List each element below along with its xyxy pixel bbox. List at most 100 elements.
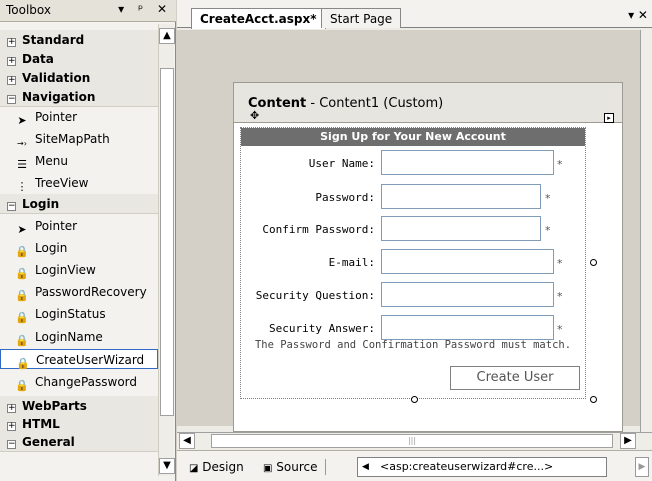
security-question-input[interactable] [381, 282, 554, 307]
source-view-icon: ▣ [263, 463, 273, 474]
toolbox-category-login[interactable]: − Login [0, 194, 158, 214]
pointer-icon: ➤ [17, 114, 27, 127]
divider [325, 459, 326, 475]
tab-start-page[interactable]: Start Page [321, 8, 402, 28]
field-security-question: Security Question: * [241, 282, 585, 310]
toolbox-scrollbar[interactable]: ▲ ▼ [158, 24, 175, 476]
toolbox-item-login[interactable]: 🔒 Login [0, 238, 158, 258]
close-icon[interactable]: ▾ ✕ [628, 8, 648, 22]
toolbox-item-loginname[interactable]: 🔒 LoginName [0, 327, 158, 347]
view-switcher-bar: ◪ Design ▣ Source ◀ <asp:createuserwizar… [177, 450, 652, 481]
toolbox-category-data[interactable]: + Data [0, 49, 158, 69]
scroll-thumb[interactable] [160, 68, 174, 416]
chevron-left-icon[interactable]: ◀ [362, 458, 369, 476]
category-label: Standard [22, 33, 85, 47]
close-icon[interactable]: ✕ [157, 2, 172, 16]
tab-createacct[interactable]: CreateAcct.aspx* [191, 8, 326, 29]
item-label: LoginName [35, 330, 103, 344]
scroll-right-icon[interactable]: ▶ [620, 433, 636, 449]
expand-icon[interactable]: + [7, 76, 16, 85]
password-mismatch-message: The Password and Confirmation Password m… [254, 339, 572, 351]
expand-icon[interactable]: + [7, 38, 16, 47]
breadcrumb-item[interactable]: <asp:createuserwizard#cre...> [380, 460, 553, 473]
resize-handle[interactable] [411, 396, 418, 403]
item-label: Menu [35, 154, 68, 168]
tab-source[interactable]: ▣ Source [263, 458, 318, 476]
toolbox-item-pointer[interactable]: ➤ Pointer [0, 216, 158, 236]
resize-handle[interactable] [590, 259, 597, 266]
sitemap-icon: →› [17, 139, 27, 148]
toolbox-category-html[interactable]: + HTML [0, 414, 158, 434]
category-label: Data [22, 52, 54, 66]
toolbox-item-sitemappath[interactable]: →› SiteMapPath [0, 129, 158, 149]
loginstatus-icon: 🔒 [15, 311, 29, 324]
confirm-password-input[interactable] [381, 216, 541, 241]
scroll-down-icon[interactable]: ▼ [159, 458, 175, 474]
email-input[interactable] [381, 249, 554, 274]
toolbox-item-menu[interactable]: ☰ Menu [0, 151, 158, 171]
toolbox-item-loginview[interactable]: 🔒 LoginView [0, 260, 158, 280]
toolbox-item-loginstatus[interactable]: 🔒 LoginStatus [0, 304, 158, 324]
content-label: Content - Content1 (Custom) [248, 96, 443, 111]
move-handle-icon[interactable]: ✥ [250, 109, 259, 122]
category-label: Login [22, 197, 60, 211]
field-label: E-mail: [328, 256, 375, 269]
user-name-input[interactable] [381, 150, 554, 175]
expand-icon[interactable]: + [7, 422, 16, 431]
content-placeholder-header: Content - Content1 (Custom) ✥ ▸ [234, 83, 622, 123]
toolbox-category-validation[interactable]: + Validation [0, 68, 158, 88]
item-label: LoginStatus [35, 307, 106, 321]
tab-design[interactable]: ◪ Design [189, 458, 244, 476]
toolbox-category-general[interactable]: − General [0, 432, 158, 452]
category-label: General [22, 435, 75, 449]
toolbox-category-navigation[interactable]: − Navigation [0, 87, 158, 107]
item-label: Pointer [35, 219, 78, 233]
field-label: Security Answer: [269, 322, 375, 335]
required-mark: * [557, 257, 563, 270]
scroll-up-icon[interactable]: ▲ [159, 28, 175, 44]
scroll-left-icon[interactable]: ◀ [179, 433, 195, 449]
create-user-button[interactable]: Create User [450, 366, 580, 390]
item-label: SiteMapPath [35, 132, 110, 146]
source-label: Source [276, 460, 318, 474]
design-horizontal-scrollbar[interactable]: ◀ ||| ▶ [177, 432, 652, 449]
toolbox-item-pointer[interactable]: ➤ Pointer [0, 107, 158, 127]
toolbox-category-webparts[interactable]: + WebParts [0, 396, 158, 416]
loginview-icon: 🔒 [15, 267, 29, 280]
toolbox-item-changepassword[interactable]: 🔒 ChangePassword [0, 372, 158, 392]
dropdown-icon[interactable]: ▾ [118, 2, 129, 16]
design-view-icon: ◪ [189, 463, 199, 474]
password-input[interactable] [381, 184, 541, 209]
pin-icon[interactable]: ᵖ [138, 2, 148, 16]
toolbox-window-buttons[interactable]: ▾ ᵖ ✕ [118, 2, 172, 16]
collapse-icon[interactable]: − [7, 95, 16, 104]
content-placeholder[interactable]: Content - Content1 (Custom) ✥ ▸ Sign Up … [233, 82, 623, 432]
resize-handle[interactable] [590, 396, 597, 403]
required-mark: * [557, 290, 563, 303]
toolbox-item-treeview[interactable]: ⋮ TreeView [0, 173, 158, 193]
scroll-thumb[interactable]: ||| [211, 434, 613, 448]
toolbox-item-createuserwizard[interactable]: 🔒 CreateUserWizard [0, 349, 158, 370]
chevron-right-icon[interactable]: ▶ [635, 457, 649, 477]
expand-icon[interactable]: + [7, 404, 16, 413]
expand-icon[interactable]: + [7, 57, 16, 66]
smart-tag-icon[interactable]: ▸ [604, 113, 614, 123]
category-label: Navigation [22, 90, 96, 104]
item-label: TreeView [35, 176, 89, 190]
field-label: Confirm Password: [262, 223, 375, 236]
document-tabs: CreateAcct.aspx* Start Page ▾ ✕ [177, 0, 652, 29]
breadcrumb[interactable]: ◀ <asp:createuserwizard#cre...> [357, 457, 607, 477]
wizard-title: Sign Up for Your New Account [241, 128, 585, 146]
toolbox-category-standard[interactable]: + Standard [0, 30, 158, 50]
security-answer-input[interactable] [381, 315, 554, 340]
field-confirm-password: Confirm Password: * [241, 216, 585, 244]
item-label: LoginView [35, 263, 96, 277]
toolbox-item-passwordrecovery[interactable]: 🔒 PasswordRecovery [0, 282, 158, 302]
create-user-wizard[interactable]: Sign Up for Your New Account User Name: … [240, 127, 597, 403]
design-vertical-scrollbar[interactable] [640, 30, 652, 432]
collapse-icon[interactable]: − [7, 440, 16, 449]
editor-area: CreateAcct.aspx* Start Page ▾ ✕ Content … [177, 0, 652, 481]
collapse-icon[interactable]: − [7, 202, 16, 211]
item-label: PasswordRecovery [35, 285, 147, 299]
toolbox-title: Toolbox [6, 3, 51, 17]
